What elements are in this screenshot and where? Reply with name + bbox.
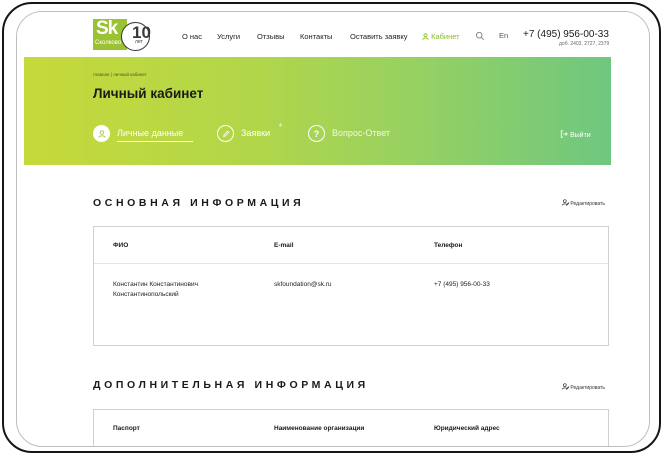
language-switch[interactable]: En [499, 31, 508, 40]
header-phone[interactable]: +7 (495) 956-00-33 [523, 29, 609, 40]
extra-info-title: ДОПОЛНИТЕЛЬНАЯ ИНФОРМАЦИЯ [93, 379, 369, 391]
logo-subtitle: Сколково [95, 40, 122, 46]
main-info-card: ФИО E-mail Телефон Константин Константин… [93, 226, 609, 346]
phone-value: +7 (495) 956-00-33 [434, 281, 490, 288]
nav-leave-request[interactable]: Оставить заявку [350, 32, 407, 41]
cabinet-banner: главная | личный кабинет Личный кабинет … [24, 57, 611, 165]
logout-icon [560, 130, 568, 138]
nav-cabinet[interactable]: Кабинет [422, 32, 460, 41]
user-icon [422, 33, 429, 40]
tab-circle: ? [308, 125, 325, 142]
tab-requests-label: Заявки [241, 128, 271, 138]
user-icon [97, 129, 106, 138]
column-fio: ФИО [113, 242, 129, 249]
logout-label: Выйти [569, 132, 591, 139]
edit-user-icon [562, 383, 570, 391]
edit-label: Редактировать [570, 201, 605, 207]
search-icon[interactable] [475, 31, 485, 41]
nav-cabinet-label: Кабинет [431, 32, 460, 41]
pencil-icon [222, 130, 229, 137]
email-value: skfoundation@sk.ru [274, 281, 332, 288]
nav-services[interactable]: Услуги [217, 32, 240, 41]
tab-requests[interactable]: Заявки 4 [217, 123, 292, 143]
tab-circle [217, 125, 234, 142]
fio-value-line1: Константин Константинович [113, 281, 198, 288]
browser-viewport: Sk Сколково 10 лет О нас Услуги Отзывы К… [16, 11, 650, 447]
skolkovo-logo[interactable]: Sk Сколково 10 лет [93, 18, 159, 52]
column-passport: Паспорт [113, 425, 140, 432]
question-icon: ? [313, 128, 320, 139]
logo-years: лет [135, 39, 143, 45]
breadcrumb[interactable]: главная | личный кабинет [93, 72, 147, 77]
fio-value-line2: Константинопольский [113, 291, 179, 298]
logo-anniversary-badge: 10 лет [121, 22, 151, 51]
column-organization: Наименование организации [274, 425, 365, 432]
extra-info-card: Паспорт Наименование организации Юридиче… [93, 409, 609, 446]
edit-extra-info-button[interactable]: Редактировать [562, 383, 605, 391]
logo-text: Sk [96, 18, 118, 39]
main-info-title: ОСНОВНАЯ ИНФОРМАЦИЯ [93, 197, 305, 209]
tab-faq[interactable]: ? Вопрос-Ответ [308, 125, 408, 143]
nav-about[interactable]: О нас [182, 32, 202, 41]
tab-faq-label: Вопрос-Ответ [332, 128, 391, 138]
header-phone-ext: доб. 2403, 2727, 2379 [559, 41, 610, 47]
tab-personal-data[interactable]: Личные данные [93, 125, 203, 143]
site-header: Sk Сколково 10 лет О нас Услуги Отзывы К… [17, 12, 649, 56]
column-email: E-mail [274, 242, 294, 249]
edit-label: Редактировать [570, 385, 605, 391]
edit-main-info-button[interactable]: Редактировать [562, 199, 605, 207]
active-tab-underline [117, 141, 193, 142]
requests-count-badge: 4 [279, 123, 282, 129]
column-phone: Телефон [434, 242, 463, 249]
page-title: Личный кабинет [93, 86, 204, 101]
table-header: ФИО E-mail Телефон [94, 227, 608, 264]
tab-circle [93, 125, 110, 142]
tab-personal-data-label: Личные данные [117, 128, 184, 138]
nav-contacts[interactable]: Контакты [300, 32, 332, 41]
column-legal-address: Юридический адрес [434, 425, 500, 432]
logout-button[interactable]: Выйти [560, 130, 591, 139]
device-frame: Sk Сколково 10 лет О нас Услуги Отзывы К… [2, 2, 661, 453]
edit-user-icon [562, 199, 570, 207]
nav-reviews[interactable]: Отзывы [257, 32, 284, 41]
